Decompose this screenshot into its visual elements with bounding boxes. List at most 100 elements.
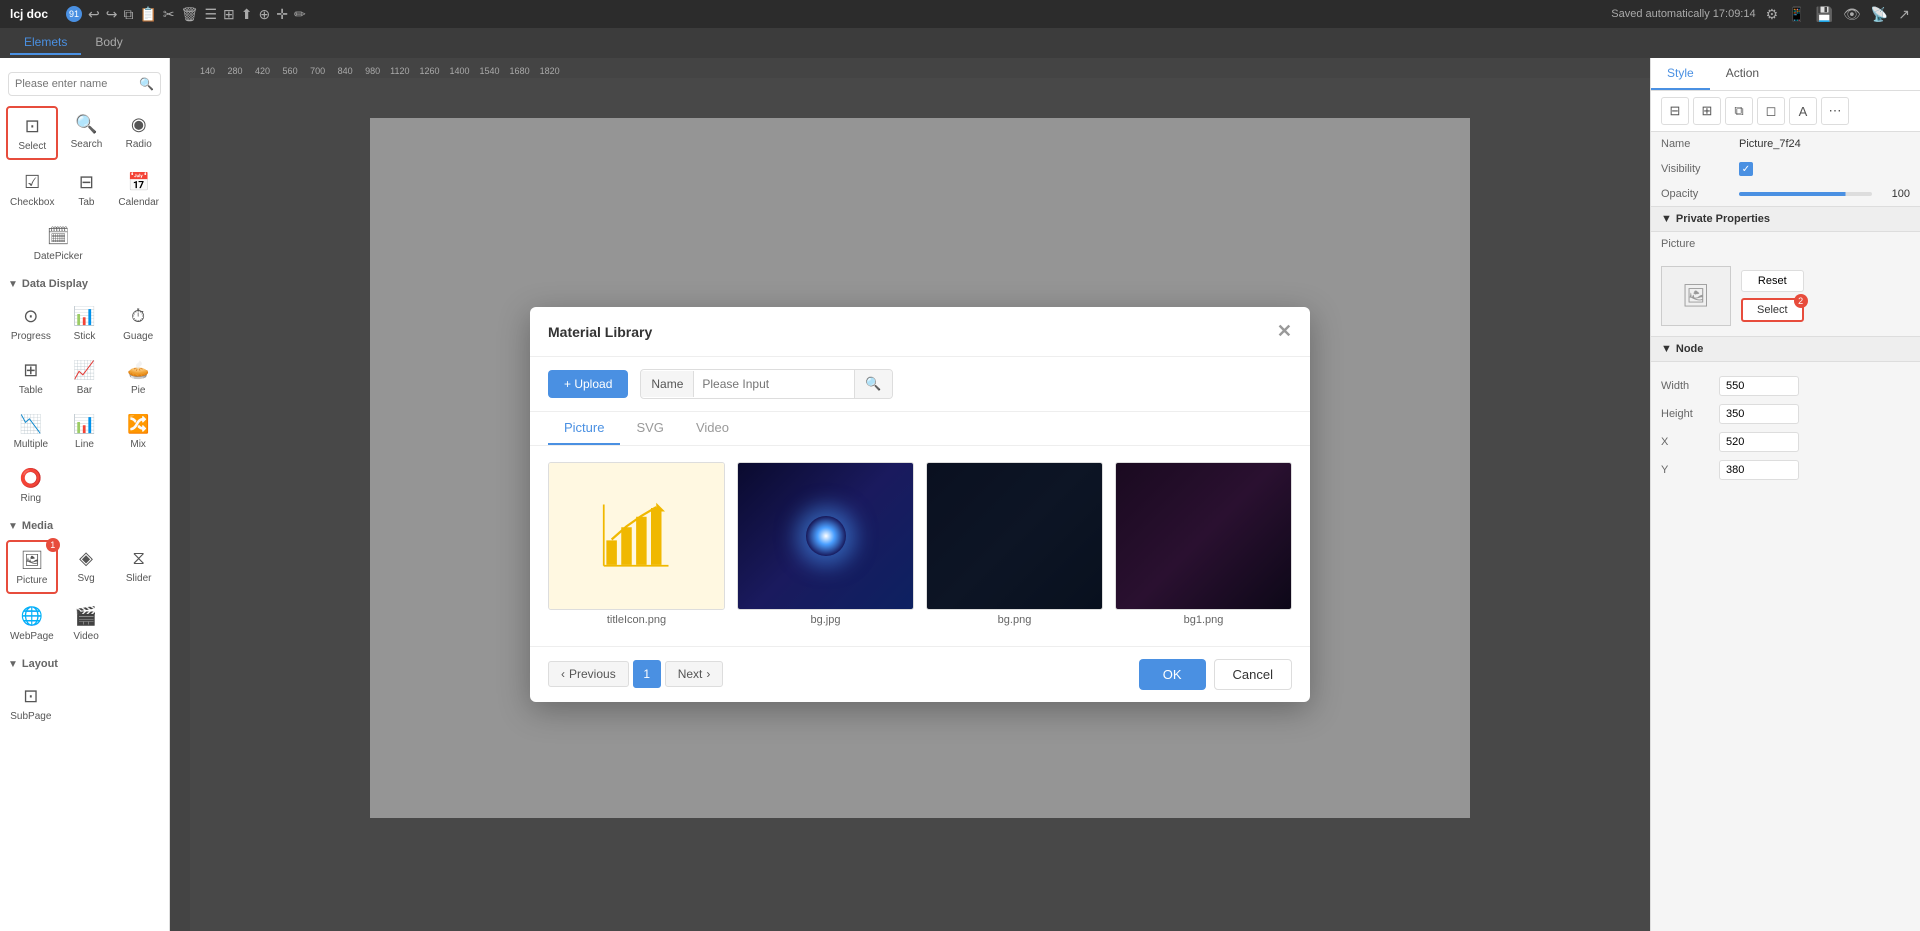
layer-icon[interactable]: ⧉ [1725, 97, 1753, 125]
search-button[interactable]: 🔍 [854, 370, 891, 398]
grid-icon[interactable]: ⊞ [223, 6, 235, 23]
visibility-property-row: Visibility ✓ [1651, 156, 1920, 182]
visibility-checkbox[interactable]: ✓ [1739, 162, 1753, 176]
sidebar-item-select[interactable]: ⊡ Select [6, 106, 58, 160]
mobile-icon[interactable]: 📱 [1788, 6, 1805, 23]
tab-elements[interactable]: Elemets [10, 31, 81, 55]
paste-icon[interactable]: 📋 [139, 6, 156, 23]
name-search-input[interactable] [694, 371, 854, 397]
tab-action[interactable]: Action [1710, 58, 1775, 90]
x-input[interactable] [1719, 432, 1799, 452]
width-field-row: Width [1661, 372, 1910, 400]
y-input[interactable] [1719, 460, 1799, 480]
picture-badge: 1 [46, 538, 60, 552]
upload-button[interactable]: + Upload [548, 370, 628, 398]
canvas-content: Material Library ✕ + Upload Name 🔍 Pictu… [190, 78, 1650, 931]
sidebar-item-stick[interactable]: 📊 Stick [60, 298, 110, 348]
align-left-icon[interactable]: ⊟ [1661, 97, 1689, 125]
text-icon[interactable]: A [1789, 97, 1817, 125]
bg1-png-preview [1116, 463, 1291, 609]
undo-icon[interactable]: ↩ [88, 6, 100, 23]
sidebar-item-table[interactable]: ⊞ Table [6, 352, 56, 402]
more-icon[interactable]: ⋯ [1821, 97, 1849, 125]
progress-label: Progress [11, 331, 51, 342]
image-item-3[interactable]: bg.png [926, 462, 1103, 630]
node-collapse-icon: ▼ [1661, 343, 1672, 355]
pen-icon[interactable]: ✏ [294, 6, 306, 23]
sidebar-item-checkbox[interactable]: ☑ Checkbox [6, 164, 58, 214]
modal-tab-video[interactable]: Video [680, 412, 745, 445]
publish-icon[interactable]: 📡 [1871, 6, 1888, 23]
tab-style[interactable]: Style [1651, 58, 1710, 90]
sidebar-item-datepicker[interactable]: 🗓 DatePicker [6, 218, 110, 268]
align-icon[interactable]: ☰ [204, 6, 217, 23]
modal-tab-picture[interactable]: Picture [548, 412, 620, 445]
pie-icon: 🥧 [123, 358, 153, 382]
sidebar-item-mix[interactable]: 🔀 Mix [113, 406, 163, 456]
sidebar-item-picture[interactable]: 1 🖼 Picture [6, 540, 58, 594]
select-badge: 2 [1794, 294, 1808, 308]
sidebar-item-multiple[interactable]: 📉 Multiple [6, 406, 56, 456]
opacity-slider[interactable] [1739, 192, 1872, 196]
sidebar-item-guage[interactable]: ⏱ Guage [113, 298, 163, 348]
slider-label: Slider [126, 573, 152, 584]
sidebar-item-tab[interactable]: ⊟ Tab [62, 164, 110, 214]
move-icon[interactable]: ✛ [276, 6, 288, 23]
image-item-2[interactable]: bg.jpg [737, 462, 914, 630]
image-item-4[interactable]: bg1.png [1115, 462, 1292, 630]
notification-badge[interactable]: 91 [66, 6, 82, 22]
media-grid: 1 🖼 Picture ◈ Svg ⧖ Slider 🌐 WebPage 🎬 V… [0, 536, 169, 652]
share-icon[interactable]: ↗ [1898, 6, 1910, 23]
redo-icon[interactable]: ↪ [106, 6, 118, 23]
sidebar-item-line[interactable]: 📊 Line [60, 406, 110, 456]
tab-body[interactable]: Body [81, 31, 136, 55]
save-icon[interactable]: 💾 [1816, 6, 1833, 23]
sidebar-item-calendar[interactable]: 📅 Calendar [114, 164, 163, 214]
page-number-1[interactable]: 1 [633, 660, 661, 688]
image-item-1[interactable]: titleIcon.png [548, 462, 725, 630]
modal-tab-svg[interactable]: SVG [620, 412, 679, 445]
select-picture-button[interactable]: Select 2 [1741, 298, 1804, 322]
width-input[interactable] [1719, 376, 1799, 396]
sidebar-item-svg[interactable]: ◈ Svg [62, 540, 111, 594]
sidebar-item-progress[interactable]: ⊙ Progress [6, 298, 56, 348]
next-arrow-icon: › [706, 667, 710, 681]
sidebar-item-webpage[interactable]: 🌐 WebPage [6, 598, 58, 648]
sidebar-item-pie[interactable]: 🥧 Pie [113, 352, 163, 402]
sidebar-item-radio[interactable]: ◉ Radio [114, 106, 163, 160]
layout-grid: ⊡ SubPage [0, 674, 169, 732]
zoom-icon[interactable]: ⊕ [258, 6, 270, 23]
main-tab-bar: Elemets Body [0, 28, 1920, 58]
sidebar-search-bar[interactable]: 🔍 [8, 72, 161, 96]
sidebar-item-video[interactable]: 🎬 Video [62, 598, 111, 648]
cancel-button[interactable]: Cancel [1214, 659, 1292, 690]
private-props-label: Private Properties [1676, 213, 1770, 225]
sidebar-item-subpage[interactable]: ⊡ SubPage [6, 678, 56, 728]
data-display-section: ▼ Data Display [0, 272, 169, 294]
height-input[interactable] [1719, 404, 1799, 424]
sidebar-item-search[interactable]: 🔍 Search [62, 106, 110, 160]
reset-button[interactable]: Reset [1741, 270, 1804, 292]
search-input[interactable] [15, 78, 139, 90]
search-icon[interactable]: 🔍 [139, 77, 154, 91]
align-center-icon[interactable]: ⊞ [1693, 97, 1721, 125]
visibility-label: Visibility [1661, 163, 1731, 175]
border-icon[interactable]: ◻ [1757, 97, 1785, 125]
previous-button[interactable]: ‹ Previous [548, 661, 629, 687]
modal-close-button[interactable]: ✕ [1277, 321, 1292, 342]
ok-button[interactable]: OK [1139, 659, 1206, 690]
sidebar-item-slider[interactable]: ⧖ Slider [114, 540, 163, 594]
next-button[interactable]: Next › [665, 661, 724, 687]
export-icon[interactable]: ⬆ [241, 6, 253, 23]
settings-icon[interactable]: ⚙ [1766, 6, 1779, 23]
name-property-value: Picture_7f24 [1739, 138, 1801, 150]
preview-icon[interactable]: 👁 [1843, 6, 1861, 23]
copy-icon[interactable]: ⧉ [123, 6, 133, 23]
delete-icon[interactable]: 🗑 [181, 6, 199, 23]
height-field-row: Height [1661, 400, 1910, 428]
height-label: Height [1661, 408, 1711, 420]
sidebar-item-bar[interactable]: 📈 Bar [60, 352, 110, 402]
image-thumb-1 [548, 462, 725, 610]
cut-icon[interactable]: ✂ [163, 6, 175, 23]
sidebar-item-ring[interactable]: ⭕ Ring [6, 460, 56, 510]
